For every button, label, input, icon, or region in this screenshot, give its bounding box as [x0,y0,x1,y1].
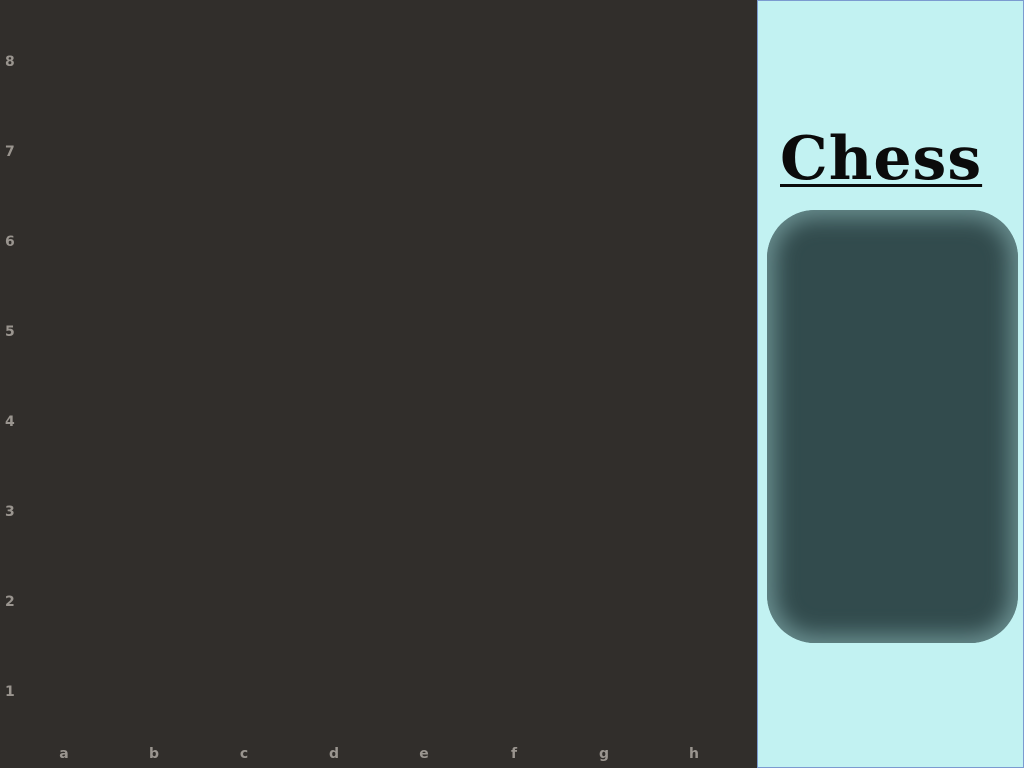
rank-label-6: 6 [5,234,15,250]
file-label-f: f [510,746,518,762]
file-label-h: h [689,746,699,762]
file-label-g: g [598,746,610,762]
rank-label-7: 7 [5,144,15,160]
file-label-d: d [328,746,340,762]
rank-label-3: 3 [5,504,15,520]
file-label-c: c [239,746,249,762]
move-history-panel[interactable] [767,210,1018,643]
file-label-e: e [419,746,429,762]
chess-app: 8 7 6 5 4 3 2 1 a b c d e f g h Chess [0,0,1024,768]
file-label-b: b [148,746,160,762]
rank-label-2: 2 [5,594,15,610]
game-title: Chess [780,124,983,194]
chess-board[interactable]: 8 7 6 5 4 3 2 1 a b c d e f g h [0,0,757,768]
rank-label-5: 5 [5,324,15,340]
file-label-a: a [59,746,69,762]
rank-label-1: 1 [5,684,15,700]
rank-label-8: 8 [5,54,15,70]
rank-label-4: 4 [5,414,15,430]
side-panel: Chess [757,0,1024,768]
